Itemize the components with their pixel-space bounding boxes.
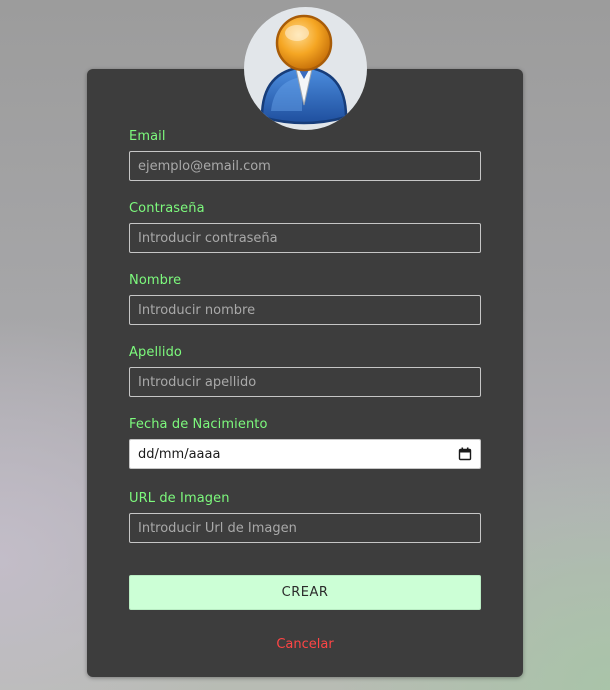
password-field[interactable] [129,223,481,253]
image-url-label: URL de Imagen [129,491,230,506]
birth-date-field[interactable]: dd/mm/aaaa [129,439,481,469]
register-form-card: Email Contraseña Nombre Apellido Fecha d… [87,69,523,677]
email-field-group: Email [129,129,481,181]
create-button[interactable]: CREAR [129,575,481,610]
birth-date-value: dd/mm/aaaa [138,446,221,462]
first-name-label: Nombre [129,273,182,288]
image-url-field[interactable] [129,513,481,543]
last-name-field[interactable] [129,367,481,397]
cancel-link[interactable]: Cancelar [87,637,523,653]
last-name-label: Apellido [129,345,182,360]
password-field-group: Contraseña [129,201,481,253]
email-label: Email [129,129,166,144]
birth-date-field-group: Fecha de Nacimiento dd/mm/aaaa [129,417,481,469]
user-avatar-icon [244,7,367,130]
password-label: Contraseña [129,201,205,216]
calendar-icon[interactable] [458,447,472,461]
first-name-field-group: Nombre [129,273,481,325]
last-name-field-group: Apellido [129,345,481,397]
email-field[interactable] [129,151,481,181]
birth-date-label: Fecha de Nacimiento [129,417,268,432]
image-url-field-group: URL de Imagen [129,491,481,543]
first-name-field[interactable] [129,295,481,325]
